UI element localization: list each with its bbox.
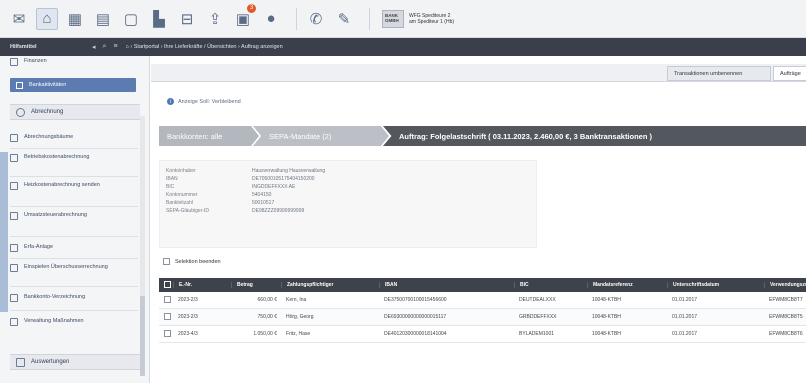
sidebar-item[interactable]: Heizkostenabrechnung senden	[10, 182, 138, 190]
sidebar-item[interactable]: Umsatzsteuerabrechnung	[10, 212, 138, 220]
tabs-row: Transaktionen umbenennen Aufträge	[151, 64, 806, 82]
folder-icon	[10, 58, 18, 66]
row-checkbox[interactable]	[164, 312, 171, 320]
sidebar-section-auswertungen[interactable]: Auswertungen	[10, 354, 140, 370]
column-header[interactable]: Zahlungspflichtiger	[281, 282, 379, 288]
detail-row: Kontonummer 5404150	[166, 192, 272, 198]
nav-title[interactable]: Hilfsmittel	[0, 44, 92, 50]
calendar-icon[interactable]: ▦	[64, 8, 86, 30]
sidebar-item[interactable]: Einspielen Überschusserrechnung	[10, 264, 138, 272]
nav-bar: Hilfsmittel ◂ ⌕ ≡ ⌂ › Startportal › Ihre…	[0, 38, 806, 56]
list-icon	[10, 294, 18, 302]
row-checkbox[interactable]	[164, 295, 171, 303]
list-icon	[10, 154, 18, 162]
selection-checkbox[interactable]	[163, 258, 170, 265]
grid-icon[interactable]: ▤	[92, 8, 114, 30]
account-details: Kontoinhaber Hausverwaltung Hausverwaltun…	[159, 160, 537, 248]
detail-row: Kontoinhaber Hausverwaltung Hausverwaltun…	[166, 168, 326, 174]
info-icon: i	[167, 98, 174, 105]
mail-icon[interactable]: ✉	[8, 8, 30, 30]
sidebar-item[interactable]: Abrechnungsbäume	[10, 134, 138, 142]
bank-transfer-icon[interactable]: ▣ 3	[232, 3, 256, 30]
back-icon[interactable]: ◂	[92, 43, 96, 51]
menu-icon[interactable]: ≡	[113, 43, 117, 51]
column-header[interactable]: BIC	[514, 282, 587, 288]
document-icon[interactable]: ▢	[120, 8, 142, 30]
toolbar-divider	[369, 7, 370, 30]
bank-logo: BANK GMBH	[382, 9, 404, 28]
step-auftrag: Auftrag: Folgelastschrift ( 03.11.2023, …	[383, 126, 806, 146]
side-panel-tab[interactable]	[0, 152, 8, 312]
list-icon	[10, 244, 18, 252]
sidebar-item-finanzen[interactable]: Finanzen	[10, 58, 138, 66]
toolbar-divider	[296, 7, 297, 30]
top-toolbar: ✉ ⌂ ▦ ▤ ▢ ▙ ⊟ ⇪ ▣ 3 ● ✆ ✎ BANK GMBH WFG S…	[0, 0, 806, 38]
table-row[interactable]: 2023-4/3 1.050,00 € Fritz, Hase DE401203…	[159, 326, 806, 343]
detail-row: IBAN DE70500105175404150200	[166, 176, 315, 182]
list-icon	[10, 318, 18, 326]
table-row[interactable]: 2023-2/3 660,00 € Kern, Ina DE3750070010…	[159, 292, 806, 309]
search-icon[interactable]: ⌕	[103, 43, 107, 51]
bank-address: am Spediteur 1 (Hb)	[409, 18, 455, 25]
sidebar-item[interactable]: Erfa-Anlage	[10, 244, 138, 252]
column-header[interactable]: Verwendungszweck	[764, 282, 806, 288]
notification-badge: 3	[247, 3, 256, 13]
sidebar-scroll-thumb[interactable]	[140, 296, 145, 376]
sidebar-item[interactable]: Bankkonto-Verzeichnung	[10, 294, 138, 302]
tab-auftraege[interactable]: Aufträge	[773, 66, 806, 81]
bank-selector[interactable]: BANK GMBH WFG Spediteure 2 am Spediteur …	[382, 9, 455, 28]
list-icon	[10, 134, 18, 142]
detail-row: SEPA-Gläubiger-ID DE98ZZZ09999999999	[166, 208, 305, 214]
sidebar-item[interactable]: Verwaltung Maßnahmen	[10, 318, 138, 326]
column-header[interactable]: Unterschriftsdatum	[667, 282, 764, 288]
sidebar-section-abrechnung[interactable]: Abrechnung	[10, 104, 140, 120]
step-breadcrumb: Bankkonten: alle SEPA-Mandate (2) Auftra…	[159, 126, 806, 146]
transactions-table: E.-Nr. Betrag Zahlungspflichtiger IBAN B…	[159, 278, 806, 343]
phone-icon[interactable]: ✆	[305, 8, 327, 30]
column-header[interactable]: Betrag	[231, 282, 281, 288]
bank-icon	[16, 81, 23, 89]
info-line: i Anzeige Soll: Verbleibend	[167, 98, 241, 105]
table-icon[interactable]: ⊟	[176, 8, 198, 30]
bank-name: WFG Spediteure 2	[409, 12, 451, 19]
select-all-checkbox[interactable]	[164, 280, 171, 288]
report-icon	[16, 357, 25, 367]
column-header[interactable]: IBAN	[379, 282, 514, 288]
sidebar-item-bankaktivitaeten[interactable]: Bankaktivitäten	[10, 78, 136, 92]
home-icon[interactable]: ⌂	[36, 7, 58, 30]
tab-transaktionen[interactable]: Transaktionen umbenennen	[667, 66, 771, 81]
table-row[interactable]: 2023-2/3 750,00 € Hörg, Georg DE69300000…	[159, 309, 806, 326]
globe-icon[interactable]: ●	[260, 8, 282, 30]
breadcrumb[interactable]: ⌂ › Startportal › Ihre Lieferkräfte / Üb…	[126, 44, 283, 50]
row-checkbox[interactable]	[164, 329, 171, 337]
list-icon	[10, 182, 18, 190]
list-icon	[10, 212, 18, 220]
table-header: E.-Nr. Betrag Zahlungspflichtiger IBAN B…	[159, 278, 806, 292]
list-icon	[10, 264, 18, 272]
selection-toggle[interactable]: Selektion beenden	[163, 258, 221, 265]
upload-icon[interactable]: ⇪	[204, 8, 226, 30]
step-bankkonten[interactable]: Bankkonten: alle	[159, 126, 259, 146]
sidebar-item[interactable]: Betriebskostenabrechnung	[10, 154, 138, 162]
column-header[interactable]: E.-Nr.	[173, 282, 231, 288]
sidebar: Finanzen Bankaktivitäten Abrechnung Abre…	[0, 56, 150, 383]
clock-icon	[16, 107, 25, 117]
detail-row: Bankleitzahl 50010517	[166, 200, 275, 206]
column-header[interactable]: Mandatsreferenz	[587, 282, 667, 288]
step-sepa-mandate[interactable]: SEPA-Mandate (2)	[253, 126, 389, 146]
chart-icon[interactable]: ▙	[148, 8, 170, 30]
detail-row: BIC INGDDEFFXXX AE	[166, 184, 296, 190]
edit-icon[interactable]: ✎	[333, 8, 355, 30]
main-content: Transaktionen umbenennen Aufträge i Anze…	[151, 56, 806, 383]
